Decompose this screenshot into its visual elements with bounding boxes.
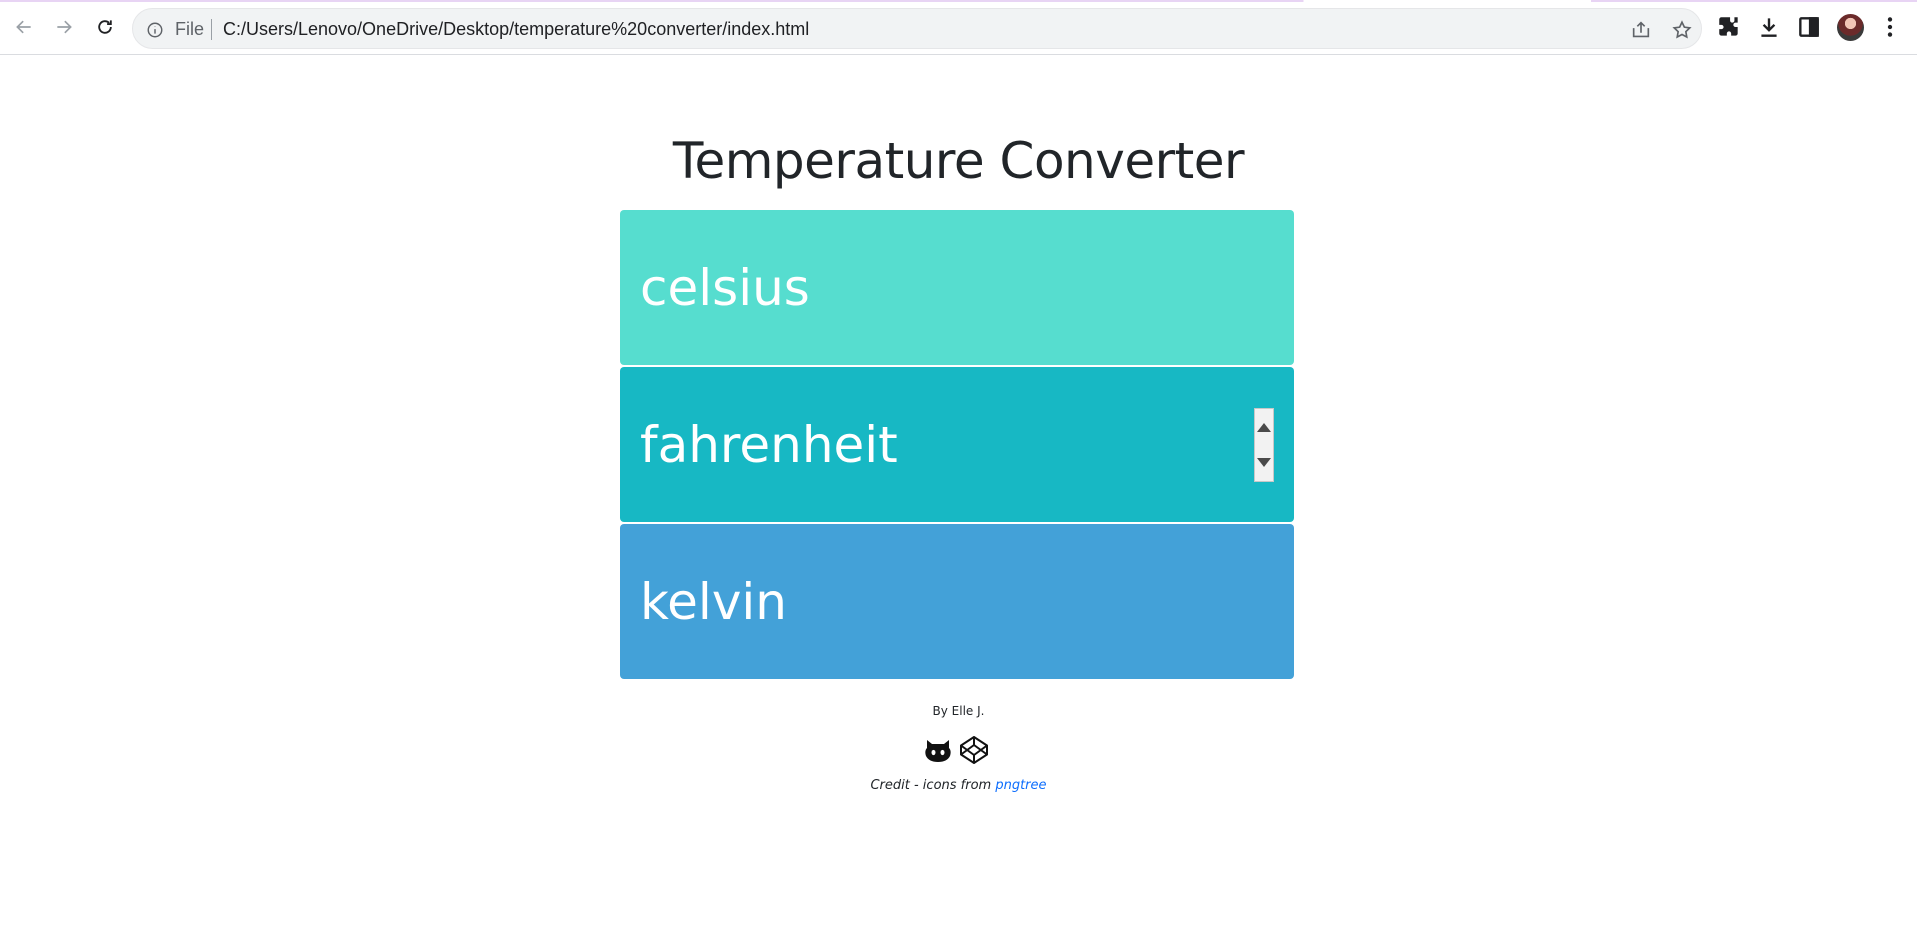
spin-down-icon[interactable] [1255, 445, 1273, 481]
info-icon[interactable] [146, 21, 164, 39]
celsius-field[interactable] [620, 210, 1294, 365]
download-icon[interactable] [1756, 14, 1782, 40]
kelvin-input[interactable] [620, 524, 1294, 679]
loading-bar [0, 0, 1917, 2]
url-text[interactable]: C:/Users/Lenovo/OneDrive/Desktop/tempera… [223, 19, 809, 40]
fahrenheit-field[interactable] [620, 367, 1294, 522]
back-arrow-icon[interactable] [9, 12, 39, 42]
codepen-icon[interactable] [958, 734, 990, 766]
side-panel-icon[interactable] [1796, 14, 1822, 40]
page-content: Temperature Converter By Elle J. [0, 56, 1917, 932]
reload-icon[interactable] [90, 12, 120, 42]
browser-toolbar: File C:/Users/Lenovo/OneDrive/Desktop/te… [0, 0, 1917, 55]
share-icon[interactable] [1630, 19, 1652, 41]
forward-arrow-icon[interactable] [49, 12, 79, 42]
footer-icons [922, 734, 992, 766]
page-title: Temperature Converter [672, 132, 1245, 190]
kelvin-field[interactable] [620, 524, 1294, 679]
fahrenheit-input[interactable] [620, 367, 1294, 522]
address-bar[interactable]: File C:/Users/Lenovo/OneDrive/Desktop/te… [132, 8, 1702, 49]
celsius-input[interactable] [620, 210, 1294, 365]
spin-up-icon[interactable] [1255, 409, 1273, 445]
credit-text: Credit - icons from [870, 778, 996, 793]
github-icon[interactable] [922, 734, 954, 766]
credit-line: Credit - icons from pngtree [0, 778, 1917, 793]
scheme-label: File [175, 19, 205, 39]
credit-link[interactable]: pngtree [995, 778, 1046, 793]
profile-avatar[interactable] [1837, 14, 1864, 41]
extensions-icon[interactable] [1716, 14, 1742, 40]
star-icon[interactable] [1671, 19, 1693, 41]
menu-icon[interactable] [1877, 14, 1903, 40]
number-spinner[interactable] [1254, 408, 1274, 482]
omnibox-separator [211, 19, 212, 40]
byline: By Elle J. [932, 704, 985, 718]
